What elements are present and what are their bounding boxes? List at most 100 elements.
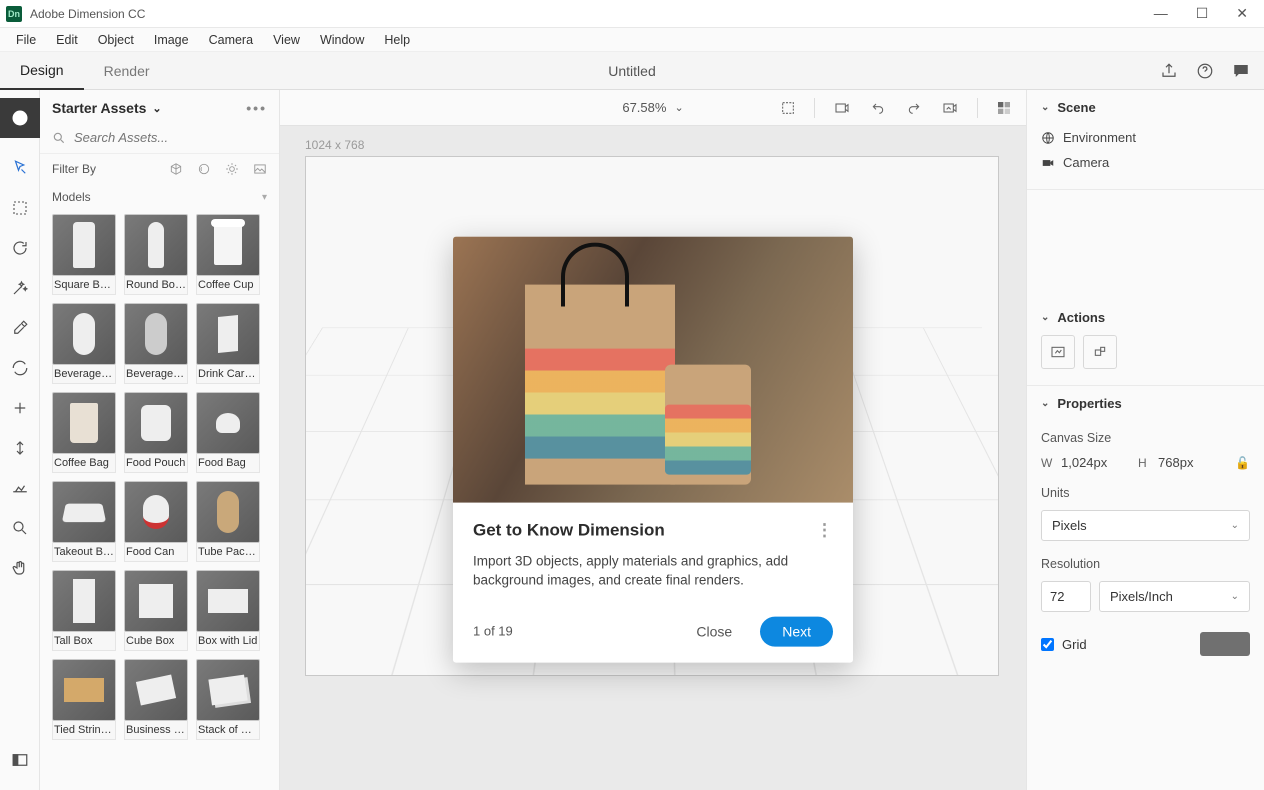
frame-all-icon[interactable] — [780, 100, 796, 116]
menu-image[interactable]: Image — [144, 30, 199, 50]
zoom-dropdown[interactable]: 67.58% ⌄ — [622, 100, 683, 115]
right-panel: ⌄ Scene Environment Camera ⌄ Actions — [1026, 90, 1264, 790]
asset-label: Business Cards — [124, 721, 188, 740]
filter-materials-icon[interactable] — [197, 162, 211, 176]
asset-item[interactable]: Business Cards — [124, 659, 188, 740]
canvas-area: 67.58% ⌄ 1024 x 768 — [280, 90, 1026, 790]
share-icon[interactable] — [1160, 62, 1178, 80]
render-preview-icon[interactable] — [996, 100, 1012, 116]
search-input[interactable] — [74, 130, 267, 145]
onboarding-close-button[interactable]: Close — [678, 616, 750, 646]
camera-icon — [1041, 156, 1055, 170]
action-match-image-button[interactable] — [1041, 335, 1075, 369]
asset-label: Tube Packaging — [196, 543, 260, 562]
eyedropper-tool[interactable] — [0, 308, 40, 348]
menu-view[interactable]: View — [263, 30, 310, 50]
select-tool[interactable] — [0, 148, 40, 188]
asset-item[interactable]: Tall Box — [52, 570, 116, 651]
globe-icon — [1041, 131, 1055, 145]
window-close-button[interactable]: ✕ — [1236, 5, 1248, 22]
resolution-value[interactable]: 72 — [1041, 581, 1091, 612]
help-icon[interactable] — [1196, 62, 1214, 80]
camera-undo-icon[interactable] — [869, 100, 887, 116]
resolution-unit-select[interactable]: Pixels/Inch ⌄ — [1099, 581, 1250, 612]
width-value[interactable]: 1,024px — [1061, 455, 1132, 470]
menu-edit[interactable]: Edit — [46, 30, 88, 50]
units-label: Units — [1041, 486, 1250, 500]
asset-item[interactable]: Cube Box — [124, 570, 188, 651]
menu-object[interactable]: Object — [88, 30, 144, 50]
asset-item[interactable]: Box with Lid — [196, 570, 260, 651]
menu-help[interactable]: Help — [374, 30, 420, 50]
scene-item-environment[interactable]: Environment — [1041, 125, 1250, 150]
filter-lights-icon[interactable] — [225, 162, 239, 176]
properties-panel-header[interactable]: ⌄ Properties — [1027, 386, 1264, 421]
menu-camera[interactable]: Camera — [199, 30, 263, 50]
zoom-tool[interactable] — [0, 508, 40, 548]
group-label[interactable]: Models — [52, 190, 91, 204]
tab-design[interactable]: Design — [0, 52, 84, 90]
asset-label: Coffee Bag — [52, 454, 116, 473]
orbit-tool[interactable] — [0, 228, 40, 268]
window-maximize-button[interactable]: ☐ — [1196, 5, 1209, 22]
canvas-stage[interactable]: 1024 x 768 Get to Know Dimension ⋮ Impor… — [280, 126, 1026, 790]
asset-label: Box with Lid — [196, 632, 260, 651]
chevron-down-icon: ⌄ — [1041, 102, 1049, 113]
window-minimize-button[interactable]: — — [1154, 5, 1168, 22]
asset-label: Tall Box — [52, 632, 116, 651]
chevron-down-icon[interactable]: ⌄ — [152, 102, 161, 115]
asset-label: Stack of Cards — [196, 721, 260, 740]
asset-item[interactable]: Drink Carton — [196, 303, 260, 384]
camera-bookmark-icon[interactable] — [833, 100, 851, 116]
camera-redo-icon[interactable] — [905, 100, 923, 116]
feedback-icon[interactable] — [1232, 62, 1250, 80]
menu-window[interactable]: Window — [310, 30, 374, 50]
actions-panel-header[interactable]: ⌄ Actions — [1027, 300, 1264, 335]
rotate-tool[interactable] — [0, 348, 40, 388]
onboarding-menu-icon[interactable]: ⋮ — [816, 521, 833, 541]
asset-item[interactable]: Coffee Bag — [52, 392, 116, 473]
tab-render[interactable]: Render — [84, 53, 170, 89]
magic-wand-tool[interactable] — [0, 268, 40, 308]
height-value[interactable]: 768px — [1158, 455, 1229, 470]
asset-item[interactable]: Takeout Box — [52, 481, 116, 562]
asset-item[interactable]: Beverage Can — [52, 303, 116, 384]
filter-models-icon[interactable] — [169, 162, 183, 176]
chevron-down-icon[interactable]: ▾ — [262, 192, 267, 203]
menu-file[interactable]: File — [6, 30, 46, 50]
asset-item[interactable]: Food Pouch — [124, 392, 188, 473]
titlebar: Dn Adobe Dimension CC — ☐ ✕ — [0, 0, 1264, 28]
marquee-tool[interactable] — [0, 188, 40, 228]
asset-item[interactable]: Coffee Cup — [196, 214, 260, 295]
camera-home-icon[interactable] — [941, 100, 959, 116]
assets-panel-title[interactable]: Starter Assets — [52, 100, 146, 116]
grid-color-swatch[interactable] — [1200, 632, 1250, 656]
lock-icon[interactable]: 🔓 — [1235, 456, 1250, 470]
asset-item[interactable]: Stack of Cards — [196, 659, 260, 740]
pan-tool[interactable] — [0, 548, 40, 588]
menubar: File Edit Object Image Camera View Windo… — [0, 28, 1264, 52]
scale-tool[interactable] — [0, 428, 40, 468]
canvas-size-label: Canvas Size — [1041, 431, 1250, 445]
onboarding-title: Get to Know Dimension — [473, 521, 665, 541]
layout-toggle-button[interactable] — [0, 740, 40, 780]
canvas-toolbar: 67.58% ⌄ — [280, 90, 1026, 126]
asset-item[interactable]: Beverage Can — [124, 303, 188, 384]
move-tool[interactable] — [0, 388, 40, 428]
add-content-button[interactable] — [0, 98, 40, 138]
asset-item[interactable]: Food Can — [124, 481, 188, 562]
asset-item[interactable]: Square Bottle — [52, 214, 116, 295]
units-select[interactable]: Pixels ⌄ — [1041, 510, 1250, 541]
scene-item-camera[interactable]: Camera — [1041, 150, 1250, 175]
grid-checkbox[interactable] — [1041, 638, 1054, 651]
asset-item[interactable]: Tied String Box — [52, 659, 116, 740]
horizon-tool[interactable] — [0, 468, 40, 508]
asset-item[interactable]: Tube Packaging — [196, 481, 260, 562]
filter-images-icon[interactable] — [253, 162, 267, 176]
asset-item[interactable]: Round Bottle — [124, 214, 188, 295]
action-align-button[interactable] — [1083, 335, 1117, 369]
asset-item[interactable]: Food Bag — [196, 392, 260, 473]
scene-panel-header[interactable]: ⌄ Scene — [1027, 90, 1264, 125]
onboarding-next-button[interactable]: Next — [760, 616, 833, 646]
assets-more-icon[interactable]: ••• — [246, 100, 267, 116]
